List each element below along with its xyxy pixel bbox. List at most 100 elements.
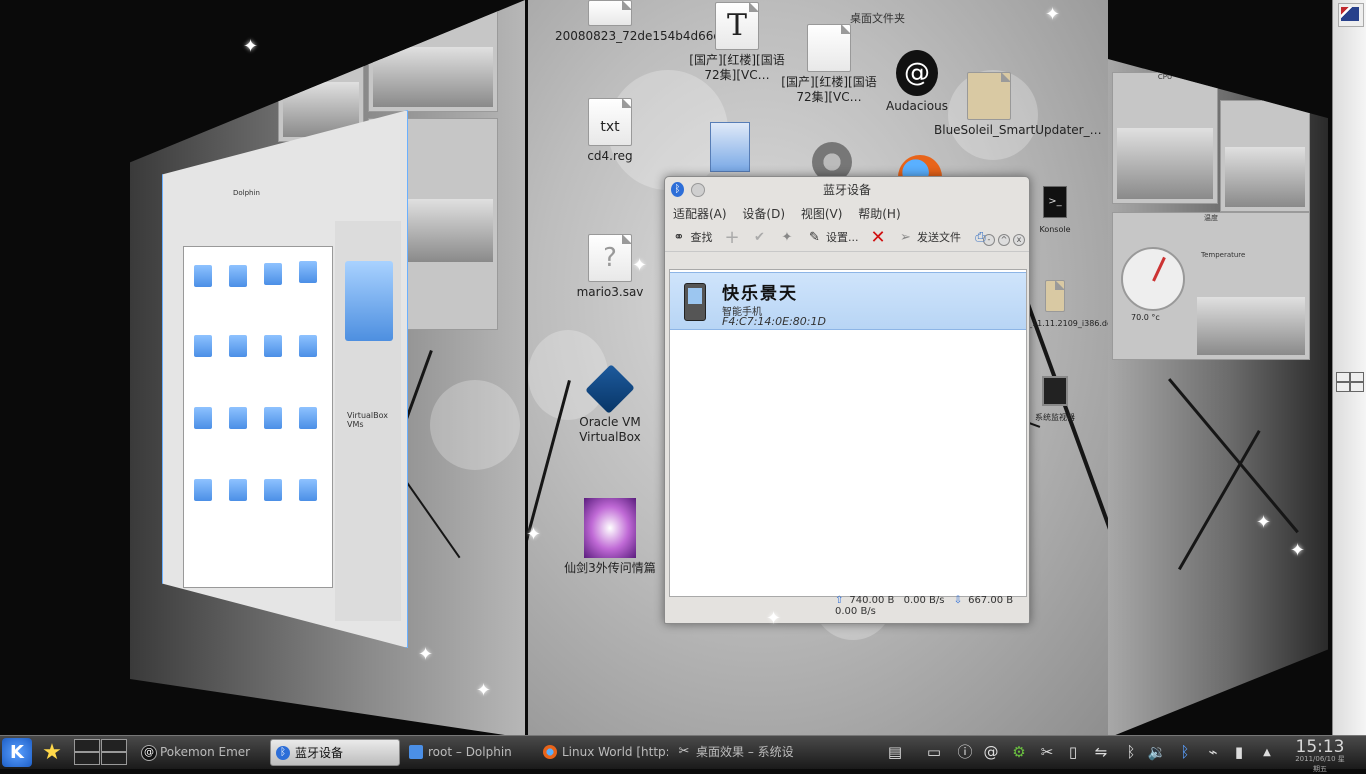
folder-icon[interactable] xyxy=(264,263,282,285)
folder-icon[interactable] xyxy=(229,479,247,501)
task-label: 桌面效果 – 系统设 xyxy=(696,745,794,759)
info-icon[interactable]: ⓘ xyxy=(954,740,976,765)
window-titlebar[interactable]: ᛒ 蓝牙设备 xyxy=(665,177,1029,203)
file-manager-window[interactable]: Dolphin VirtualBox VMs xyxy=(162,110,408,648)
toolbar: ⚭ 查找 + ✔ ✦ ✎ 设置... ✕ ➢ 发送文件 ⎙ xyxy=(665,225,1029,252)
window-menu-button[interactable] xyxy=(691,183,705,197)
transfer-status-bar: ⇧ 740.00 B 0.00 B/s ⇩ 667.00 B 0.00 B/s xyxy=(835,595,1029,617)
device-row[interactable]: 快乐景天 智能手机 F4:C7:14:0E:80:1D xyxy=(670,272,1026,330)
desktop-icon-virtualbox[interactable]: Oracle VM VirtualBox xyxy=(555,364,665,445)
check-button[interactable]: ✔ xyxy=(752,225,768,251)
folder-preview-icon xyxy=(345,261,393,341)
bluetooth-devices-window[interactable]: ᛒ 蓝牙设备 - ^ x 适配器(A) 设备(D) 视图(V) 帮助(H) ⚭ 查找… xyxy=(664,176,1030,624)
virtualbox-icon xyxy=(585,364,635,414)
usb-icon[interactable]: ⇋ xyxy=(1090,740,1112,765)
menu-device[interactable]: 设备(D) xyxy=(742,207,785,221)
file-manager-info-panel: VirtualBox VMs xyxy=(335,221,401,621)
folder-icon[interactable] xyxy=(194,407,212,429)
bluetooth-tray-icon[interactable]: ᛒ xyxy=(1120,740,1142,765)
bluetooth-manager-icon[interactable]: ᛒ xyxy=(1174,740,1196,765)
desktop-icon-label: mario3.sav xyxy=(576,285,644,299)
gear-icon[interactable]: ⚙ xyxy=(1008,740,1030,765)
virtual-desktop-switcher[interactable] xyxy=(74,739,128,765)
folder-icon[interactable] xyxy=(194,265,212,287)
download-arrow-icon: ⇩ xyxy=(953,595,963,606)
taskbar: K ★ @ Pokemon Emer ᛒ 蓝牙设备 root – Dolphin… xyxy=(0,735,1366,773)
bluetooth-icon: ᛒ xyxy=(276,746,290,760)
desktop-icon-label: cd4.reg xyxy=(587,149,633,163)
display-icon[interactable]: ▭ xyxy=(920,740,948,765)
favorites-star-icon[interactable]: ★ xyxy=(36,738,68,767)
star-decoration-icon: ✦ xyxy=(418,644,434,665)
folder-icon[interactable] xyxy=(229,407,247,429)
audacious-icon: @ xyxy=(141,745,157,761)
add-button[interactable]: + xyxy=(724,225,740,251)
battery-icon[interactable]: ▮ xyxy=(1228,740,1250,765)
power-plug-icon[interactable]: ⌁ xyxy=(1202,740,1224,765)
upload-total: 740.00 B xyxy=(849,595,895,606)
desktop-icon-label: BlueSoleil_SmartUpdater_… xyxy=(934,123,1102,137)
desktop-icon-file-20080823[interactable]: 20080823_72de154b4d66d… xyxy=(555,0,733,44)
terminal-icon: >_ xyxy=(1043,186,1067,218)
phone-icon[interactable]: ▯ xyxy=(1062,740,1084,765)
file-manager-icon[interactable] xyxy=(710,122,750,172)
audacious-tray-icon[interactable]: @ xyxy=(980,740,1002,765)
file-manager-icon-view[interactable] xyxy=(183,246,333,588)
star-decoration-icon: ✦ xyxy=(526,524,542,545)
clock-date: 2011/06/10 星期五 xyxy=(1295,755,1345,773)
folder-icon[interactable] xyxy=(299,407,317,429)
folder-icon[interactable] xyxy=(299,261,317,283)
star-decoration-icon: ✦ xyxy=(1045,4,1061,25)
task-dolphin[interactable]: root – Dolphin xyxy=(404,739,534,766)
desktop-icon-xianjian[interactable]: 仙剑3外传问情篇 xyxy=(555,498,665,576)
star-decoration-icon: ✦ xyxy=(476,680,492,701)
folder-icon[interactable] xyxy=(264,335,282,357)
search-button[interactable]: ⚭ 查找 xyxy=(671,225,713,251)
menu-bar: 适配器(A) 设备(D) 视图(V) 帮助(H) xyxy=(665,203,1029,225)
task-pokemon[interactable]: @ Pokemon Emer xyxy=(136,739,266,766)
folder-icon[interactable] xyxy=(194,479,212,501)
task-desktop-effects[interactable]: ✂ 桌面效果 – 系统设 xyxy=(672,739,812,766)
print-button[interactable]: ⎙ xyxy=(973,225,989,251)
star-decoration-icon: ✦ xyxy=(1256,512,1272,533)
printer-icon: ⎙ xyxy=(975,230,986,245)
desktop-cube-right-face: CPU 温度 70.0 °c Temperature xyxy=(1108,59,1328,738)
desktop-icon-cd4reg[interactable]: txt cd4.reg xyxy=(555,98,665,164)
folder-icon[interactable] xyxy=(229,265,247,287)
application-launcher-button[interactable]: K xyxy=(2,738,32,767)
task-label: 蓝牙设备 xyxy=(295,746,344,760)
menu-view[interactable]: 视图(V) xyxy=(801,207,843,221)
send-file-button[interactable]: ➢ 发送文件 xyxy=(898,225,961,251)
remove-button[interactable]: ✕ xyxy=(870,225,886,251)
menu-adapter[interactable]: 适配器(A) xyxy=(673,207,727,221)
tray-expand-arrow-icon[interactable]: ▲ xyxy=(1256,740,1278,765)
bluetooth-icon: ᛒ xyxy=(671,182,684,197)
settings-button[interactable]: ✎ 设置... xyxy=(807,225,858,251)
folder-icon[interactable] xyxy=(299,335,317,357)
desktop-icon-label: 仙剑3外传问情篇 xyxy=(564,561,656,575)
folder-icon[interactable] xyxy=(264,479,282,501)
folder-icon[interactable] xyxy=(299,479,317,501)
scissors-icon[interactable]: ✂ xyxy=(1036,740,1058,765)
file-manager-title: Dolphin xyxy=(233,189,260,197)
network-manager-icon[interactable]: ▤ xyxy=(884,740,906,765)
star-decoration-icon: ✦ xyxy=(243,36,259,57)
connect-button[interactable]: ✦ xyxy=(779,225,795,251)
keyboard-layout-flag-icon[interactable] xyxy=(1338,3,1364,27)
send-icon: ➢ xyxy=(900,230,911,245)
desktop-icon-mario3sav[interactable]: ? mario3.sav xyxy=(555,234,665,300)
task-firefox[interactable]: Linux World [http: xyxy=(538,739,668,766)
upload-rate: 0.00 B/s xyxy=(903,595,945,606)
folder-icon[interactable] xyxy=(194,335,212,357)
desktop-pager[interactable] xyxy=(1336,372,1364,392)
menu-help[interactable]: 帮助(H) xyxy=(858,207,900,221)
plus-icon: + xyxy=(724,227,740,248)
star-decoration-icon: ✦ xyxy=(766,608,782,629)
clock[interactable]: 15:13 2011/06/10 星期五 xyxy=(1292,737,1348,774)
volume-icon[interactable]: 🔉 xyxy=(1146,740,1168,765)
folder-icon[interactable] xyxy=(229,335,247,357)
device-list[interactable]: 快乐景天 智能手机 F4:C7:14:0E:80:1D xyxy=(669,269,1027,597)
folder-icon[interactable] xyxy=(264,407,282,429)
task-bluetooth[interactable]: ᛒ 蓝牙设备 xyxy=(270,739,400,766)
desktop-icon-bluesoleil[interactable]: BlueSoleil_SmartUpdater_… xyxy=(934,72,1102,138)
